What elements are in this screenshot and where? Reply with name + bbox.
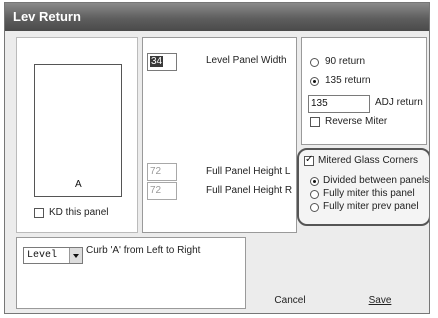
kd-panel-label: KD this panel (49, 207, 109, 218)
adj-return-input[interactable]: 135 (308, 95, 370, 113)
mitered-glass-label: Mitered Glass Corners (318, 155, 419, 166)
mitered-glass-checkbox[interactable] (304, 154, 314, 166)
panel-preview: A (34, 64, 122, 197)
fully-miter-this-label: Fully miter this panel (323, 188, 415, 199)
fully-miter-prev-radio[interactable] (310, 203, 319, 212)
level-panel-width-label: Level Panel Width (206, 55, 287, 66)
reverse-miter-checkbox[interactable] (310, 117, 320, 127)
curb-direction-label: Curb 'A' from Left to Right (86, 245, 201, 256)
lev-return-dialog: Lev Return A KD this panel 34 Level Pane… (4, 2, 430, 314)
full-panel-height-l-input[interactable]: 72 (147, 163, 177, 181)
full-panel-height-l-label: Full Panel Height L (206, 166, 291, 177)
window-title: Lev Return (13, 9, 81, 24)
return-135-label: 135 return (325, 75, 371, 86)
level-panel-width-input[interactable]: 34 (147, 53, 177, 71)
curb-level-dropdown[interactable]: Level (23, 247, 83, 264)
return-135-radio[interactable] (310, 77, 319, 86)
chevron-down-icon[interactable] (69, 248, 82, 263)
full-panel-height-r-label: Full Panel Height R (206, 185, 293, 196)
return-90-radio[interactable] (310, 58, 319, 67)
full-panel-height-r-input[interactable]: 72 (147, 182, 177, 200)
title-bar[interactable]: Lev Return (5, 3, 429, 31)
return-panel (301, 37, 427, 145)
reverse-miter-label: Reverse Miter (325, 116, 388, 127)
return-90-label: 90 return (325, 56, 366, 67)
save-button[interactable]: Save (338, 290, 422, 312)
divided-between-radio[interactable] (310, 177, 319, 186)
cancel-button[interactable]: Cancel (250, 290, 330, 312)
fully-miter-this-radio[interactable] (310, 190, 319, 199)
divided-between-label: Divided between panels (323, 175, 430, 186)
fully-miter-prev-label: Fully miter prev panel (323, 201, 419, 212)
kd-panel-checkbox[interactable] (34, 208, 44, 218)
panel-letter: A (75, 179, 82, 190)
adj-return-label: ADJ return (375, 97, 423, 108)
